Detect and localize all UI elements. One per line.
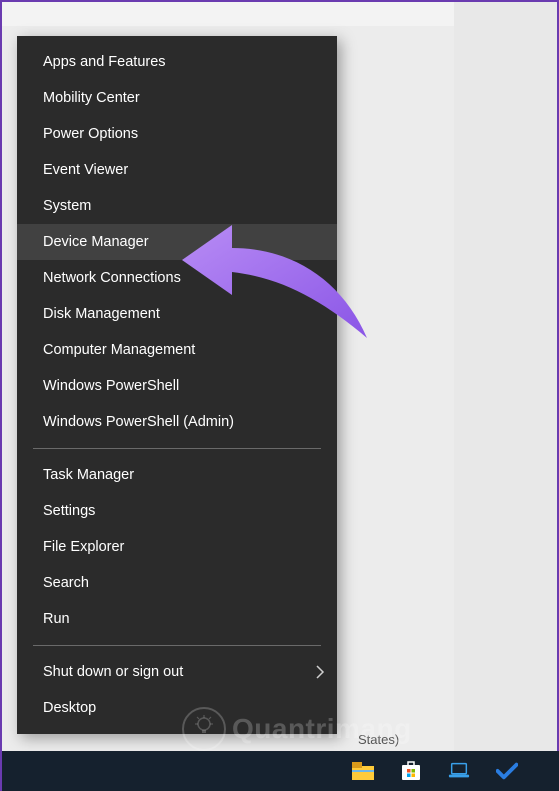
taskbar [2, 751, 559, 791]
watermark-text: Quantrimang [232, 713, 412, 745]
menu-run[interactable]: Run [17, 601, 337, 637]
menu-settings[interactable]: Settings [17, 493, 337, 529]
menu-windows-powershell[interactable]: Windows PowerShell [17, 368, 337, 404]
menu-task-manager[interactable]: Task Manager [17, 457, 337, 493]
laptop-icon[interactable] [448, 760, 470, 782]
menu-windows-powershell-admin[interactable]: Windows PowerShell (Admin) [17, 404, 337, 440]
menu-disk-management[interactable]: Disk Management [17, 296, 337, 332]
microsoft-store-icon[interactable] [400, 760, 422, 782]
chevron-right-icon [315, 665, 325, 679]
menu-system[interactable]: System [17, 188, 337, 224]
menu-computer-management[interactable]: Computer Management [17, 332, 337, 368]
checkmark-icon[interactable] [496, 760, 518, 782]
menu-file-explorer[interactable]: File Explorer [17, 529, 337, 565]
menu-separator [33, 448, 321, 449]
menu-power-options[interactable]: Power Options [17, 116, 337, 152]
menu-network-connections[interactable]: Network Connections [17, 260, 337, 296]
menu-apps-and-features[interactable]: Apps and Features [17, 44, 337, 80]
menu-mobility-center[interactable]: Mobility Center [17, 80, 337, 116]
lightbulb-icon [182, 707, 226, 751]
background-window-titlebar [2, 2, 454, 26]
menu-shutdown-signout[interactable]: Shut down or sign out [17, 654, 337, 690]
desktop-background: States) Apps and Features Mobility Cente… [2, 2, 557, 791]
winx-menu: Apps and Features Mobility Center Power … [17, 36, 337, 734]
menu-event-viewer[interactable]: Event Viewer [17, 152, 337, 188]
watermark: Quantrimang [182, 707, 412, 751]
menu-separator [33, 645, 321, 646]
menu-item-label: Shut down or sign out [43, 664, 183, 680]
menu-search[interactable]: Search [17, 565, 337, 601]
file-explorer-icon[interactable] [352, 760, 374, 782]
menu-device-manager[interactable]: Device Manager [17, 224, 337, 260]
